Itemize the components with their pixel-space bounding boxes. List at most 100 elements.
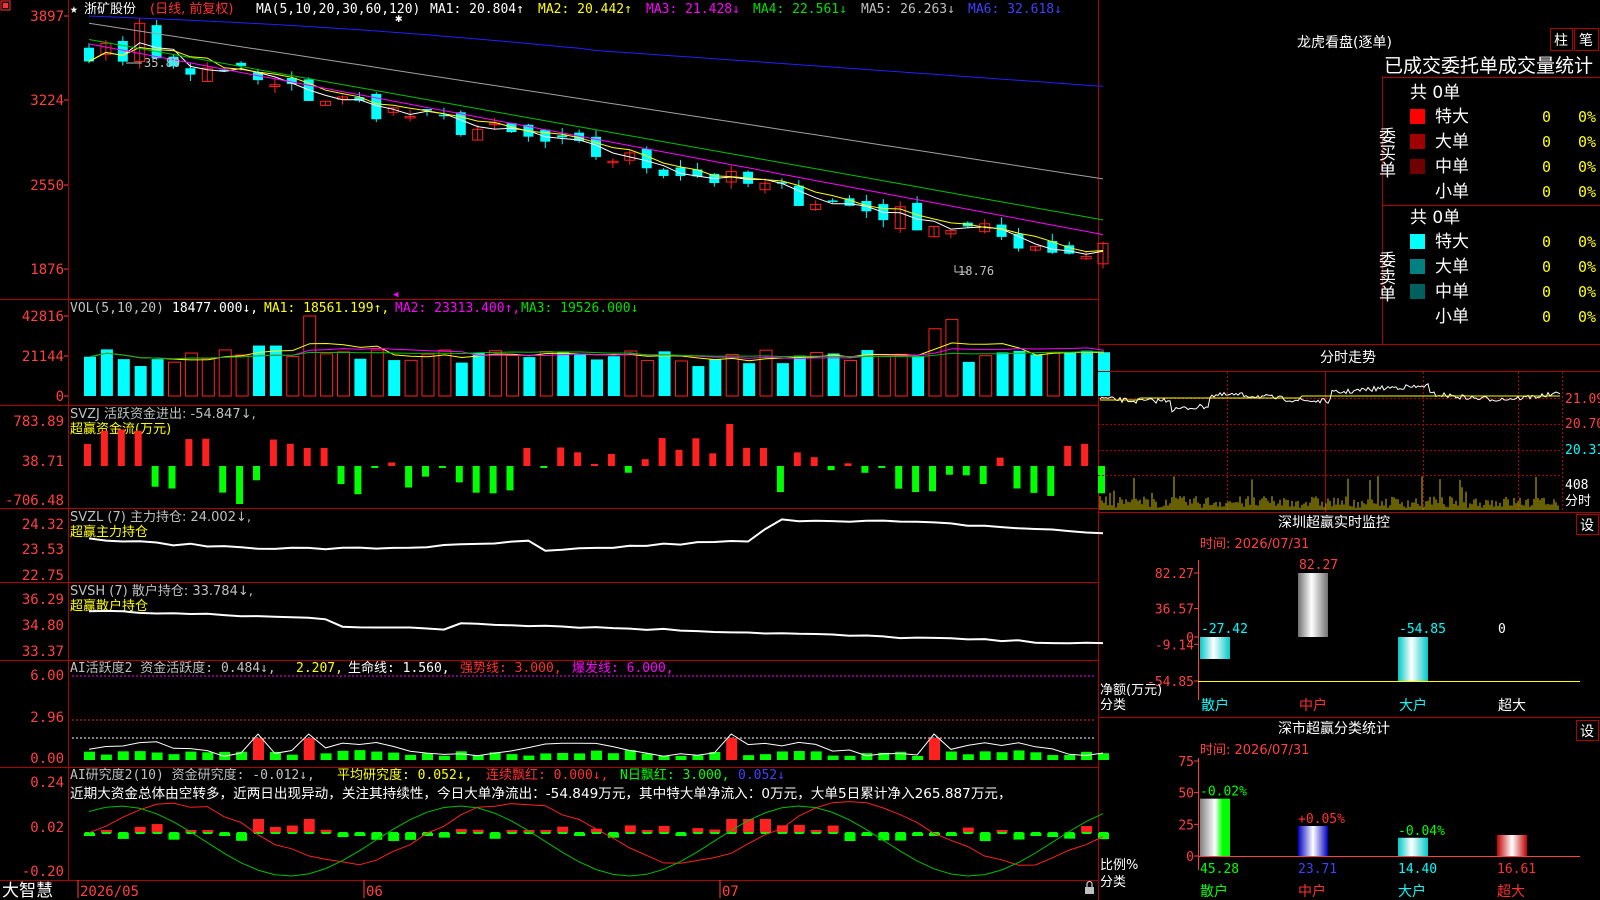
pen-mode-button[interactable]: 笔 (1574, 28, 1599, 51)
x-axis-label: 07 (722, 884, 739, 900)
ai-research-bar (168, 833, 180, 840)
ai-research-bar (979, 833, 991, 842)
svsh-line (88, 609, 1104, 645)
ai-research-tick (777, 832, 787, 834)
vol-bar (523, 357, 536, 396)
period-label[interactable]: (日线, 前复权) (150, 1, 233, 17)
ai-active-bar (202, 752, 214, 760)
lhb-tabs[interactable]: 已成交委托单成交量统计 (1384, 55, 1593, 77)
ai-active-bar (185, 751, 197, 760)
bar-mode-button[interactable]: 柱 (1550, 28, 1573, 51)
classify-category-label: 散户 (1200, 883, 1228, 900)
main-header: ★ 浙矿股份 (日线, 前复权) MA(5,10,20,30,60,120) M… (70, 1, 1062, 17)
close-square-icon[interactable] (0, 0, 11, 11)
vol-axis-label: 0 (56, 389, 64, 405)
svzj-bar (675, 449, 683, 466)
candle-body (793, 185, 804, 206)
vol-bar (151, 359, 164, 396)
svzj-bar (557, 447, 565, 466)
vol-bar (100, 349, 113, 396)
ai-active-value2: 2.207, (296, 661, 343, 676)
sell-row-pct: 0% (1578, 308, 1596, 326)
classify-tick-label: 50 (1178, 787, 1194, 802)
vol-bar (928, 328, 942, 397)
ai-active-bar (844, 755, 856, 760)
ma2-value: MA2: 20.442↑ (538, 2, 632, 17)
vol-ma1: MA1: 18561.199↑, (264, 301, 389, 316)
ai-research-tick (1031, 832, 1041, 834)
price-axis-label: 3224 (30, 93, 64, 109)
ai-research-tick (1014, 832, 1024, 834)
ai-research-tick (913, 832, 923, 834)
vol-bar (388, 360, 401, 396)
ai-active-strong: 强势线: 3.000, (460, 660, 562, 676)
sell-color-swatch (1410, 234, 1425, 249)
vol-bar (827, 353, 840, 396)
svzj-bar (658, 438, 666, 466)
vol-bar (810, 351, 824, 397)
svzj-bar (793, 452, 801, 466)
ai-active-bar (810, 751, 822, 760)
classify-value-label: 16.61 (1497, 862, 1536, 877)
svzj-bar (202, 438, 210, 466)
ai-research-bar (286, 825, 298, 833)
classify-settings-button[interactable]: 设 (1576, 720, 1599, 741)
buy-row-count: 0 (1542, 108, 1551, 126)
ai-research-tick (118, 832, 128, 834)
ai-active-bar (945, 751, 957, 760)
ai-research-tick (676, 832, 686, 834)
ai-active-bar (1013, 750, 1025, 760)
svzj-bar (996, 457, 1004, 466)
svzj-bar (371, 466, 379, 468)
monitor-settings-button[interactable]: 设 (1576, 514, 1599, 535)
ai-active-bar (168, 754, 180, 760)
ai-active-bar (388, 752, 400, 760)
vol-bar (912, 356, 925, 396)
ai-active-bar (151, 752, 163, 760)
svzj-bar (100, 430, 108, 466)
vol-bar (286, 356, 300, 397)
ai-active-bar (1098, 753, 1109, 760)
ai-research-tick (659, 832, 669, 834)
sell-row: 特大 0 0% (1410, 232, 1596, 252)
vol-bar (877, 355, 891, 397)
ai-active-bar (117, 751, 129, 760)
ai-research-tick (406, 832, 416, 834)
svzj-chart (84, 424, 1105, 504)
svzj-bar (489, 466, 497, 494)
ai-research-bar (405, 833, 417, 840)
svzj-bar (540, 466, 548, 468)
ai-active-bar (912, 755, 924, 760)
ai-active-bar (607, 753, 619, 760)
classify-change-label: +0.05% (1298, 812, 1345, 827)
buy-side-char: 委买单 (1375, 127, 1396, 178)
ai-research-tick (507, 832, 517, 834)
vol-bar (574, 354, 587, 396)
ai-research-tick (794, 832, 804, 834)
ai-active-bar (320, 753, 332, 760)
vol-bar (1098, 352, 1110, 396)
ai-active-burst: 爆发线: 6.000, (572, 660, 674, 676)
ai-research-tick (608, 832, 618, 834)
vol-bar (1013, 350, 1026, 396)
monitor-time: 时间: 2026/07/31 (1200, 537, 1309, 552)
buy-row-count: 0 (1542, 158, 1551, 176)
ma1-value: MA1: 20.804↑ (430, 2, 524, 17)
star-icon[interactable]: ★ (70, 2, 78, 17)
vol-bar (709, 359, 722, 396)
sell-row-label: 中单 (1435, 282, 1469, 302)
svzj-bar (506, 466, 514, 491)
ma5-value: MA5: 26.263↓ (861, 2, 955, 17)
vol-ma-line (89, 342, 1105, 362)
ai-research-tick (220, 832, 230, 834)
svzj-bar (912, 466, 920, 493)
svzj-bar (84, 444, 91, 466)
ai-research-tick (439, 832, 449, 834)
buy-row: 中单 0 0% (1410, 157, 1596, 177)
vol-bar (979, 355, 993, 397)
svzj-bar (151, 466, 159, 487)
svsh-axis-label: 36.29 (22, 592, 64, 608)
vol-value: 18477.000↓, (172, 301, 258, 316)
sell-row: 中单 0 0% (1410, 282, 1596, 302)
lock-icon[interactable] (1085, 880, 1094, 895)
